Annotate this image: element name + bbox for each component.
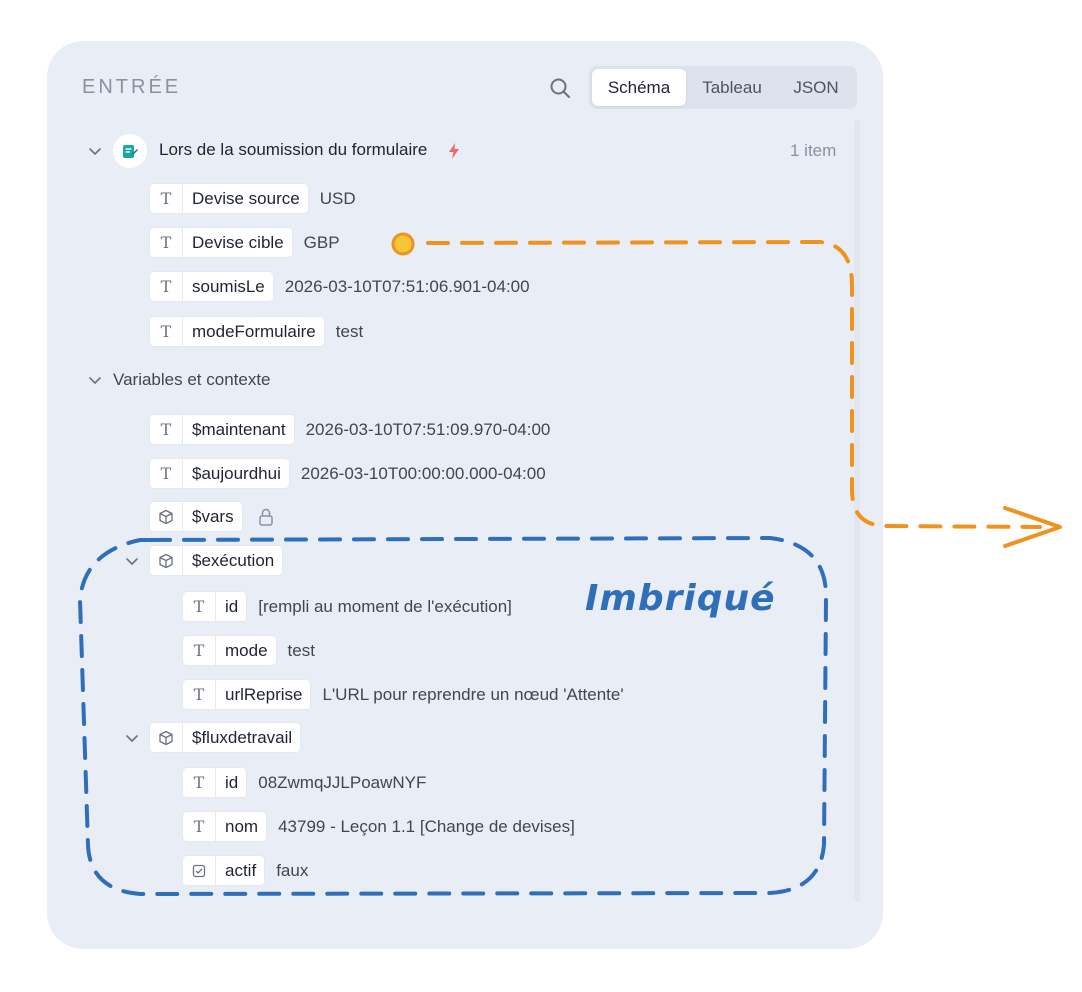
- field-chip[interactable]: $exécution: [150, 546, 283, 575]
- field-chip[interactable]: T nom: [183, 812, 267, 841]
- field-key: mode: [225, 640, 268, 660]
- tab-json[interactable]: JSON: [778, 69, 854, 106]
- field-key: $exécution: [192, 550, 275, 570]
- nested-field-row: actif faux: [183, 856, 308, 885]
- field-value: 2026-03-10T07:51:09.970-04:00: [305, 419, 551, 439]
- field-value: test: [335, 321, 364, 341]
- variable-row: T $aujourdhui 2026-03-10T00:00:00.000-04…: [150, 459, 546, 488]
- section-title: ENTRÉE: [82, 76, 182, 98]
- field-key: $aujourdhui: [192, 463, 281, 483]
- tab-schema[interactable]: Schéma: [592, 69, 686, 106]
- field-chip[interactable]: actif: [183, 856, 265, 885]
- cube-icon: [150, 546, 183, 575]
- trigger-label[interactable]: Lors de la soumission du formulaire: [159, 140, 427, 160]
- nested-field-row: T id 08ZwmqJJLPoawNYF: [183, 768, 426, 797]
- text-type-icon: T: [150, 415, 183, 444]
- lock-icon: [259, 508, 273, 526]
- field-chip[interactable]: T id: [183, 592, 247, 621]
- field-value: 2026-03-10T00:00:00.000-04:00: [300, 463, 546, 483]
- field-key: $maintenant: [192, 419, 286, 439]
- variables-group-label[interactable]: Variables et contexte: [113, 370, 271, 390]
- field-row: T modeFormulaire test: [150, 317, 363, 346]
- field-value: [rempli au moment de l'exécution]: [258, 596, 512, 616]
- search-icon[interactable]: [548, 76, 572, 100]
- field-value: L'URL pour reprendre un nœud 'Attente': [322, 684, 624, 704]
- nested-field-row: T nom 43799 - Leçon 1.1 [Change de devis…: [183, 812, 575, 841]
- object-row: $exécution: [150, 546, 283, 575]
- field-value: GBP: [303, 232, 340, 252]
- field-chip[interactable]: T Devise source: [150, 184, 308, 213]
- text-type-icon: T: [183, 680, 216, 709]
- item-count: 1 item: [790, 141, 837, 160]
- field-chip[interactable]: T Devise cible: [150, 228, 292, 257]
- field-key: id: [225, 772, 239, 792]
- chevron-down-icon[interactable]: [124, 730, 140, 746]
- tab-table[interactable]: Tableau: [686, 69, 778, 106]
- field-key: actif: [225, 860, 257, 880]
- text-type-icon: T: [150, 459, 183, 488]
- text-type-icon: T: [150, 317, 183, 346]
- field-key: soumisLe: [192, 276, 265, 296]
- chevron-down-icon[interactable]: [87, 143, 103, 159]
- field-chip[interactable]: T $maintenant: [150, 415, 294, 444]
- field-chip[interactable]: T urlReprise: [183, 680, 311, 709]
- chevron-down-icon[interactable]: [124, 553, 140, 569]
- field-row: T Devise source USD: [150, 184, 356, 213]
- text-type-icon: T: [183, 812, 216, 841]
- field-chip[interactable]: T modeFormulaire: [150, 317, 324, 346]
- field-value: USD: [319, 188, 356, 208]
- checkbox-type-icon: [183, 856, 216, 885]
- field-chip[interactable]: T soumisLe: [150, 272, 273, 301]
- nested-field-row: T urlReprise L'URL pour reprendre un nœu…: [183, 680, 624, 709]
- variable-row: $vars: [150, 502, 242, 531]
- field-key: $vars: [192, 506, 234, 526]
- field-chip[interactable]: T mode: [183, 636, 276, 665]
- text-type-icon: T: [183, 768, 216, 797]
- field-key: nom: [225, 816, 259, 836]
- field-key: id: [225, 596, 239, 616]
- field-key: $fluxdetravail: [192, 727, 293, 747]
- text-type-icon: T: [150, 228, 183, 257]
- text-type-icon: T: [183, 592, 216, 621]
- field-row: T soumisLe 2026-03-10T07:51:06.901-04:00: [150, 272, 530, 301]
- field-key: urlReprise: [225, 684, 303, 704]
- view-tabs: Schéma Tableau JSON: [589, 66, 857, 109]
- field-value: 2026-03-10T07:51:06.901-04:00: [284, 276, 530, 296]
- cube-icon: [150, 502, 183, 531]
- scrollbar[interactable]: [854, 120, 860, 902]
- field-value: 08ZwmqJJLPoawNYF: [258, 772, 427, 792]
- field-value: 43799 - Leçon 1.1 [Change de devises]: [278, 816, 575, 836]
- cube-icon: [150, 723, 183, 752]
- field-chip[interactable]: $vars: [150, 502, 242, 531]
- field-value: test: [287, 640, 315, 660]
- field-chip[interactable]: T id: [183, 768, 247, 797]
- arrow-head-icon: [1003, 506, 1062, 548]
- bolt-icon: [449, 143, 459, 159]
- nested-annotation-label: Imbriqué: [585, 578, 776, 619]
- field-chip[interactable]: $fluxdetravail: [150, 723, 301, 752]
- text-type-icon: T: [183, 636, 216, 665]
- field-row: T Devise cible GBP: [150, 228, 340, 257]
- field-key: Devise cible: [192, 232, 284, 252]
- chevron-down-icon[interactable]: [87, 372, 103, 388]
- field-key: Devise source: [192, 188, 300, 208]
- text-type-icon: T: [150, 184, 183, 213]
- field-key: modeFormulaire: [192, 321, 316, 341]
- object-row: $fluxdetravail: [150, 723, 301, 752]
- text-type-icon: T: [150, 272, 183, 301]
- nested-field-row: T mode test: [183, 636, 315, 665]
- field-chip[interactable]: T $aujourdhui: [150, 459, 289, 488]
- form-trigger-icon: [113, 134, 147, 168]
- field-value: faux: [276, 860, 309, 880]
- variable-row: T $maintenant 2026-03-10T07:51:09.970-04…: [150, 415, 550, 444]
- nested-field-row: T id [rempli au moment de l'exécution]: [183, 592, 512, 621]
